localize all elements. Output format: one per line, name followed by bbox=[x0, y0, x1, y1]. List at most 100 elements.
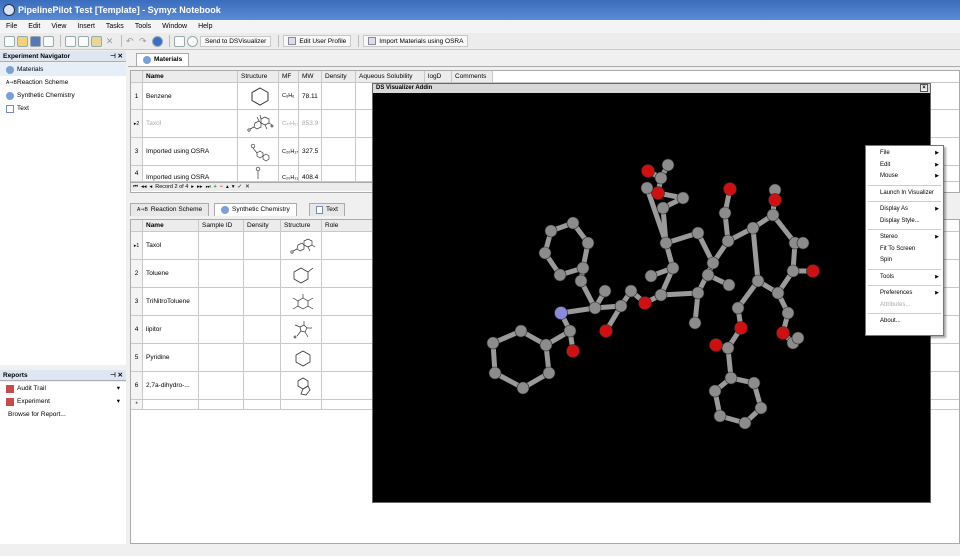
close-icon[interactable]: × bbox=[920, 84, 928, 92]
density-cell[interactable] bbox=[322, 166, 356, 181]
sample-id-cell[interactable] bbox=[199, 316, 244, 343]
compound-name[interactable]: Taxol bbox=[143, 232, 199, 259]
context-menu-item-display-as[interactable]: Display As ▶ bbox=[866, 204, 943, 216]
structure-cell[interactable] bbox=[281, 344, 322, 371]
density-cell[interactable] bbox=[322, 83, 356, 109]
last-record-icon[interactable]: ⏭ bbox=[206, 184, 211, 191]
column-header-structure[interactable]: Structure bbox=[281, 220, 322, 231]
help-icon[interactable] bbox=[152, 35, 163, 47]
density-cell[interactable] bbox=[322, 110, 356, 137]
structure-cell[interactable] bbox=[238, 138, 279, 165]
cancel-icon[interactable]: ✕ bbox=[245, 184, 250, 190]
material-name[interactable]: Imported using OSRA bbox=[143, 138, 238, 165]
column-header-comments[interactable]: Comments bbox=[452, 71, 493, 82]
density-cell[interactable] bbox=[244, 316, 281, 343]
compound-name[interactable]: lipitor bbox=[143, 316, 199, 343]
paste-icon[interactable] bbox=[91, 35, 102, 47]
send-to-dsvisualizer-button[interactable]: Send to DSVisualizer bbox=[200, 35, 272, 47]
nav-item-text[interactable]: Text bbox=[0, 102, 126, 115]
menu-help[interactable]: Help bbox=[198, 23, 212, 30]
edit-user-profile-button[interactable]: Edit User Profile bbox=[283, 35, 352, 47]
delete-record-icon[interactable]: − bbox=[220, 184, 223, 190]
context-menu-item-mouse[interactable]: Mouse ▶ bbox=[866, 171, 943, 183]
compound-name[interactable]: 2,7a-dihydro-... bbox=[143, 372, 199, 399]
tasks-icon[interactable] bbox=[174, 35, 185, 47]
structure-cell[interactable] bbox=[281, 260, 322, 287]
compound-name[interactable]: Toluene bbox=[143, 260, 199, 287]
density-cell[interactable] bbox=[322, 138, 356, 165]
previous-page-icon[interactable]: ◂◂ bbox=[141, 184, 147, 190]
column-header-aqueous-solubility[interactable]: Aqueous Solubility bbox=[356, 71, 425, 82]
save-icon[interactable] bbox=[30, 35, 41, 47]
role-cell[interactable] bbox=[322, 288, 373, 315]
tab-synthetic-chemistry[interactable]: Synthetic Chemistry bbox=[214, 203, 297, 216]
sample-id-cell[interactable] bbox=[199, 344, 244, 371]
context-menu-item-file[interactable]: File ▶ bbox=[866, 148, 943, 160]
role-cell[interactable] bbox=[322, 372, 373, 399]
compound-name[interactable]: Pyridine bbox=[143, 344, 199, 371]
sample-id-cell[interactable] bbox=[199, 288, 244, 315]
dropdown-arrow-icon[interactable]: ▾ bbox=[117, 382, 120, 395]
column-header-structure[interactable]: Structure bbox=[238, 71, 279, 82]
column-header-name[interactable]: Name bbox=[143, 71, 238, 82]
context-menu-item-stereo[interactable]: Stereo ▶ bbox=[866, 232, 943, 244]
column-header-sample-id[interactable]: Sample ID bbox=[199, 220, 244, 231]
column-header-logd[interactable]: logD bbox=[425, 71, 452, 82]
undo-icon[interactable]: ↶ bbox=[126, 36, 137, 47]
menu-view[interactable]: View bbox=[51, 23, 66, 30]
context-menu-item-edit[interactable]: Edit ▶ bbox=[866, 160, 943, 172]
role-cell[interactable] bbox=[322, 344, 373, 371]
sample-id-cell[interactable] bbox=[199, 232, 244, 259]
nav-item-reaction-scheme[interactable]: A⇒B Reaction Scheme bbox=[0, 76, 126, 89]
menu-tools[interactable]: Tools bbox=[135, 23, 151, 30]
nav-item-synthetic-chemistry[interactable]: Synthetic Chemistry bbox=[0, 89, 126, 102]
role-cell[interactable] bbox=[322, 316, 373, 343]
print-icon[interactable] bbox=[43, 35, 54, 47]
column-header-mf[interactable]: MF bbox=[279, 71, 299, 82]
context-menu-item-display-style[interactable]: Display Style... bbox=[866, 216, 943, 228]
compound-name[interactable]: TriNitroToluene bbox=[143, 288, 199, 315]
density-cell[interactable] bbox=[244, 372, 281, 399]
report-experiment[interactable]: Experiment ▾ bbox=[0, 395, 126, 408]
density-cell[interactable] bbox=[244, 288, 281, 315]
first-record-icon[interactable]: ⏮ bbox=[133, 184, 138, 191]
column-header-mw[interactable]: MW bbox=[299, 71, 322, 82]
column-header-density[interactable]: Density bbox=[244, 220, 281, 231]
structure-cell[interactable] bbox=[281, 372, 322, 399]
structure-cell[interactable] bbox=[281, 288, 322, 315]
ds-visualizer-window[interactable]: DS Visualizer Addin × bbox=[372, 83, 931, 503]
move-down-icon[interactable]: ▾ bbox=[232, 184, 235, 190]
context-menu-item-about[interactable]: About... bbox=[866, 316, 943, 328]
sample-id-cell[interactable] bbox=[199, 260, 244, 287]
menu-window[interactable]: Window bbox=[162, 23, 187, 30]
menu-edit[interactable]: Edit bbox=[28, 23, 40, 30]
sample-id-cell[interactable] bbox=[199, 372, 244, 399]
settings-icon[interactable] bbox=[187, 35, 198, 47]
column-header-role[interactable]: Role bbox=[322, 220, 373, 231]
open-folder-icon[interactable] bbox=[17, 35, 28, 47]
role-cell[interactable] bbox=[322, 232, 373, 259]
context-menu-item-tools[interactable]: Tools ▶ bbox=[866, 272, 943, 284]
molecule-3d-view[interactable] bbox=[373, 93, 930, 502]
menu-tasks[interactable]: Tasks bbox=[106, 23, 124, 30]
context-menu-item-launch-in-visualizer[interactable]: Launch In Visualizer bbox=[866, 188, 943, 200]
menu-file[interactable]: File bbox=[6, 23, 17, 30]
report-audit-trail[interactable]: Audit Trail ▾ bbox=[0, 382, 126, 395]
density-cell[interactable] bbox=[244, 344, 281, 371]
column-header-density[interactable]: Density bbox=[322, 71, 356, 82]
accept-icon[interactable]: ✓ bbox=[238, 184, 243, 190]
context-menu-item-preferences[interactable]: Preferences ▶ bbox=[866, 288, 943, 300]
context-menu-item-fit-to-screen[interactable]: Fit To Screen bbox=[866, 244, 943, 256]
new-icon[interactable] bbox=[4, 35, 15, 47]
column-header-name[interactable]: Name bbox=[143, 220, 199, 231]
structure-cell[interactable] bbox=[281, 232, 322, 259]
next-page-icon[interactable]: ▸▸ bbox=[197, 184, 203, 190]
panel-pin-close-icon[interactable]: ⊣ ✕ bbox=[110, 51, 123, 62]
menu-insert[interactable]: Insert bbox=[77, 23, 95, 30]
structure-cell[interactable] bbox=[238, 166, 279, 181]
import-materials-osra-button[interactable]: Import Materials using OSRA bbox=[363, 35, 469, 47]
dropdown-arrow-icon[interactable]: ▾ bbox=[117, 395, 120, 408]
panel-pin-close-icon[interactable]: ⊣ ✕ bbox=[110, 370, 123, 381]
previous-record-icon[interactable]: ◂ bbox=[149, 184, 152, 190]
structure-cell[interactable] bbox=[238, 83, 279, 109]
